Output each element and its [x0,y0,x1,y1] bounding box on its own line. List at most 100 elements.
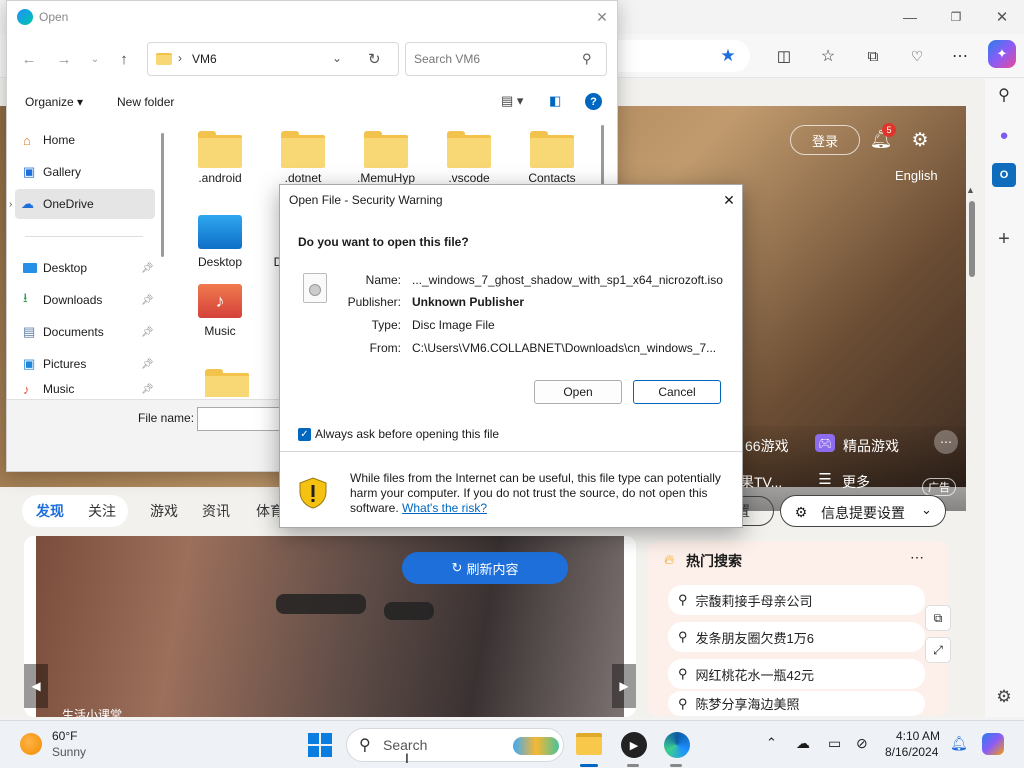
view-options-icon[interactable]: ▤ ▾ [501,93,523,109]
checkbox-checked-icon[interactable]: ✓ [298,427,311,441]
clock-date[interactable]: 8/16/2024 [885,745,938,759]
hot-search-item[interactable]: ⚲ 陈梦分享海边美照 [668,691,925,716]
forward-arrow-icon[interactable]: → [54,49,74,69]
more-options-icon[interactable]: ⋯ [910,549,924,566]
cancel-button[interactable]: Cancel [633,380,721,404]
tab-news[interactable]: 资讯 [190,496,242,526]
recent-chevron-icon[interactable]: ⌄ [87,49,103,69]
nav-item-gallery[interactable]: ▣ Gallery [15,157,155,187]
back-arrow-icon[interactable]: ← [19,49,39,69]
pin-icon[interactable]: 📌︎ [141,263,154,274]
preview-pane-icon[interactable]: ◧ [549,93,561,109]
page-scrollbar[interactable]: ▲ ▼ [966,185,978,768]
nav-scrollbar-thumb[interactable] [161,133,164,257]
tab-games[interactable]: 游戏 [138,496,190,526]
language-link[interactable]: English [895,168,938,183]
file-item[interactable]: .MemuHyp [351,131,421,185]
nav-item-onedrive[interactable]: › ☁ OneDrive [9,189,155,219]
address-bar-fragment[interactable]: ★ [600,40,750,72]
file-item[interactable]: Contacts [517,131,587,185]
nav-item-home[interactable]: ⌂ Home [15,125,155,155]
browser-essentials-icon[interactable]: ♡ [905,44,929,68]
collections-icon[interactable]: ⧉ [861,44,885,68]
file-item-partial[interactable] [205,369,249,397]
nav-item-downloads[interactable]: ⭳ Downloads 📌︎ [15,285,155,315]
close-window-button[interactable]: ✕ [984,6,1020,28]
premium-games-link[interactable]: 精品游戏 [843,436,899,456]
whats-the-risk-link[interactable]: What's the risk? [402,501,487,515]
new-folder-button[interactable]: New folder [117,95,174,109]
up-arrow-icon[interactable]: ↑ [114,49,134,69]
weather-condition[interactable]: Sunny [52,745,86,759]
restore-button[interactable]: ❐ [938,6,974,28]
expand-icon[interactable]: ⤢ [925,637,951,663]
feed-settings-button[interactable]: ⚙ 信息提要设置 ⌄ [780,495,946,527]
taskbar-search[interactable]: ⚲ Search [346,728,564,762]
weather-sun-icon[interactable] [20,733,42,755]
onedrive-tray-icon[interactable]: ☁ [796,735,810,752]
help-icon[interactable]: ? [585,93,602,110]
file-item[interactable]: Desktop [185,215,255,269]
next-arrow-icon[interactable]: ▶ [612,664,636,708]
always-ask-checkbox[interactable]: ✓ Always ask before opening this file [298,427,499,441]
edge-browser-icon[interactable] [664,732,690,758]
file-name-input[interactable] [197,407,287,431]
tv-link[interactable]: 果TV... [740,472,782,492]
refresh-content-button[interactable]: ↻ 刷新内容 [402,552,568,584]
copilot-sidebar-icon[interactable]: ● [992,123,1016,147]
more-link[interactable]: 更多 [842,472,870,492]
start-windows-icon[interactable] [308,733,332,757]
address-bar[interactable]: › VM6 ⌄ ↻ [147,42,399,76]
outlook-icon[interactable]: O [992,163,1016,187]
expand-chevron-icon[interactable]: › [9,199,12,210]
clock-time[interactable]: 4:10 AM [896,729,940,743]
nav-item-music[interactable]: ♪ Music 📌︎ [15,381,155,397]
settings-gear-icon[interactable]: ⚙ [908,128,932,152]
add-icon[interactable]: + [992,227,1016,251]
pin-icon[interactable]: 📌︎ [141,384,154,395]
login-button[interactable]: 登录 [790,125,860,155]
scroll-up-icon[interactable]: ▲ [966,185,975,195]
nav-item-pictures[interactable]: ▣ Pictures 📌︎ [15,349,155,379]
favorites-icon[interactable]: ☆ [816,44,840,68]
network-tray-icon[interactable]: ⊘ [856,735,868,752]
organize-menu[interactable]: Organize ▾ [25,95,83,109]
nav-item-desktop[interactable]: Desktop 📌︎ [15,253,155,283]
hot-search-item[interactable]: ⚲ 网红桃花水一瓶42元 [668,659,925,689]
file-item[interactable]: .vscode [434,131,504,185]
open-button[interactable]: Open [534,380,622,404]
split-screen-icon[interactable]: ◫ [772,44,796,68]
file-item[interactable]: .dotnet [268,131,338,185]
nav-item-documents[interactable]: ▤ Documents 📌︎ [15,317,155,347]
prev-arrow-icon[interactable]: ◀ [24,664,48,708]
notification-bell-icon[interactable]: 🔔︎ [950,735,968,752]
tab-discover[interactable]: 发现 [24,496,76,526]
media-player-icon[interactable]: ▶ [621,732,647,758]
sidebar-settings-icon[interactable]: ⚙ [992,685,1016,709]
file-explorer-icon[interactable] [576,733,602,755]
display-tray-icon[interactable]: ▭ [828,735,841,752]
search-icon[interactable]: ⚲ [992,83,1016,107]
close-icon[interactable]: ✕ [593,8,611,26]
favorite-star-icon[interactable]: ★ [718,46,738,66]
tab-follow[interactable]: 关注 [76,496,128,526]
feedback-icon[interactable]: ⧉ [925,605,951,631]
show-hidden-icons-chevron-icon[interactable]: ⌃ [766,735,777,751]
games-link[interactable]: 66游戏 [745,436,789,456]
close-icon[interactable]: ✕ [720,191,738,209]
minimize-button[interactable]: — [892,6,928,28]
refresh-icon[interactable]: ↻ [368,50,381,68]
temperature[interactable]: 60°F [52,729,77,743]
file-item[interactable]: ♪ Music [185,284,255,338]
breadcrumb-folder[interactable]: VM6 [192,52,217,66]
pin-icon[interactable]: 📌︎ [141,295,154,306]
address-chevron-icon[interactable]: ⌄ [332,51,342,65]
copilot-taskbar-icon[interactable] [982,733,1004,755]
file-item[interactable]: .android [185,131,255,185]
search-input[interactable]: Search VM6 ⚲ [405,42,607,76]
pin-icon[interactable]: 📌︎ [141,359,154,370]
hot-search-item[interactable]: ⚲ 发条朋友圈欠费1万6 [668,622,925,652]
more-menu-icon[interactable]: ⋯ [948,44,972,68]
more-options-icon[interactable]: ⋯ [934,430,958,454]
pin-icon[interactable]: 📌︎ [141,327,154,338]
